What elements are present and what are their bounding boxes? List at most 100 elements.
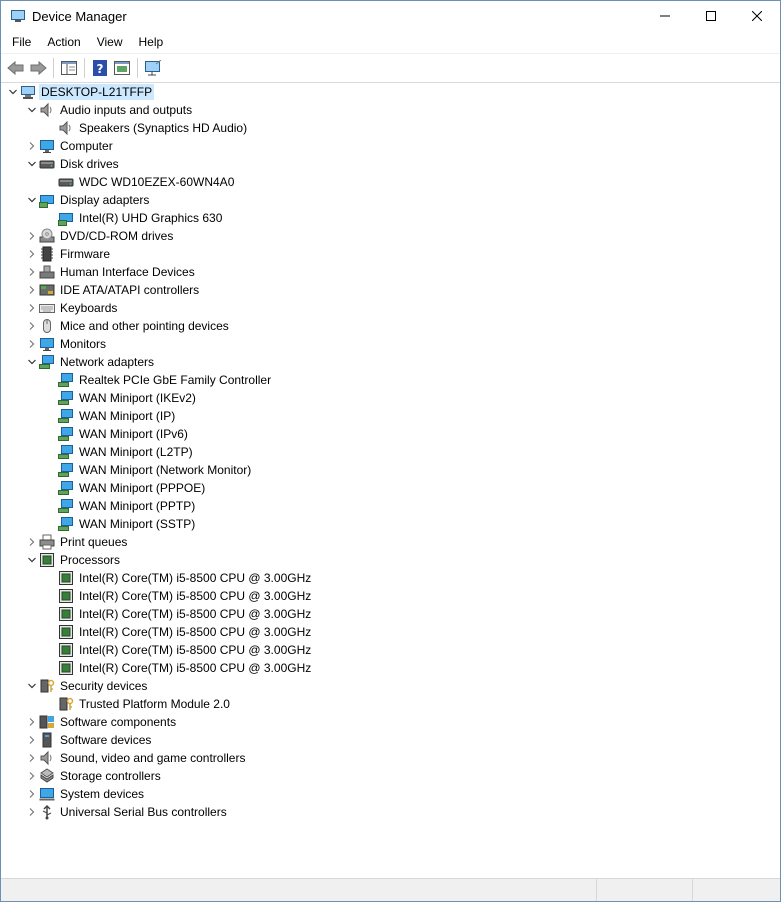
tree-device-item[interactable]: Intel(R) Core(TM) i5-8500 CPU @ 3.00GHz [1,659,780,677]
tree-category-human-interface-devices[interactable]: Human Interface Devices [1,263,780,281]
back-button[interactable] [5,57,27,79]
menu-help[interactable]: Help [131,31,172,53]
chevron-right-icon[interactable] [25,263,39,281]
tree-category-sound-video-and-game-controllers[interactable]: Sound, video and game controllers [1,749,780,767]
chevron-right-icon[interactable] [25,245,39,263]
maximize-button[interactable] [688,1,734,31]
tree-category-mice-and-other-pointing-devices[interactable]: Mice and other pointing devices [1,317,780,335]
tree-item-label: Intel(R) Core(TM) i5-8500 CPU @ 3.00GHz [79,571,312,585]
chevron-down-icon[interactable] [25,101,39,119]
tree-device-item[interactable]: Speakers (Synaptics HD Audio) [1,119,780,137]
chevron-right-icon[interactable] [25,533,39,551]
menu-file[interactable]: File [4,31,39,53]
properties-pane-button[interactable] [111,57,133,79]
tree-item-label: DESKTOP-L21TFFP [39,84,155,100]
tree-category-universal-serial-bus-controllers[interactable]: Universal Serial Bus controllers [1,803,780,821]
chevron-right-icon[interactable] [25,281,39,299]
tree-device-item[interactable]: WAN Miniport (SSTP) [1,515,780,533]
chevron-right-icon[interactable] [25,767,39,785]
tree-device-item[interactable]: Intel(R) UHD Graphics 630 [1,209,780,227]
back-arrow-icon [7,60,24,76]
tree-device-item[interactable]: WAN Miniport (PPTP) [1,497,780,515]
disk-icon [58,174,74,190]
minimize-button[interactable] [642,1,688,31]
tree-device-item[interactable]: Intel(R) Core(TM) i5-8500 CPU @ 3.00GHz [1,623,780,641]
chevron-right-icon[interactable] [25,785,39,803]
forward-button[interactable] [27,57,49,79]
tree-category-ide-ata-atapi-controllers[interactable]: IDE ATA/ATAPI controllers [1,281,780,299]
tree-category-display-adapters[interactable]: Display adapters [1,191,780,209]
device-tree[interactable]: DESKTOP-L21TFFP Audio inputs and outputs S… [1,83,780,877]
tree-category-keyboards[interactable]: Keyboards [1,299,780,317]
tree-category-storage-controllers[interactable]: Storage controllers [1,767,780,785]
tree-device-item[interactable]: Intel(R) Core(TM) i5-8500 CPU @ 3.00GHz [1,569,780,587]
tree-category-firmware[interactable]: Firmware [1,245,780,263]
tree-device-item[interactable]: Intel(R) Core(TM) i5-8500 CPU @ 3.00GHz [1,641,780,659]
tree-category-audio-inputs-and-outputs[interactable]: Audio inputs and outputs [1,101,780,119]
tree-category-monitors[interactable]: Monitors [1,335,780,353]
tree-item-label: DVD/CD-ROM drives [60,229,174,243]
chevron-down-icon[interactable] [25,155,39,173]
tree-category-network-adapters[interactable]: Network adapters [1,353,780,371]
tree-device-item[interactable]: WAN Miniport (IP) [1,407,780,425]
toolbar: ? [1,54,780,83]
tree-category-print-queues[interactable]: Print queues [1,533,780,551]
tree-device-item[interactable]: Trusted Platform Module 2.0 [1,695,780,713]
chevron-right-icon[interactable] [25,317,39,335]
tree-device-item[interactable]: WAN Miniport (L2TP) [1,443,780,461]
chevron-right-icon[interactable] [25,299,39,317]
tree-category-dvd-cd-rom-drives[interactable]: DVD/CD-ROM drives [1,227,780,245]
tree-category-software-devices[interactable]: Software devices [1,731,780,749]
chevron-down-icon[interactable] [25,677,39,695]
chevron-right-icon[interactable] [25,713,39,731]
tree-device-item[interactable]: WAN Miniport (IKEv2) [1,389,780,407]
chevron-right-icon[interactable] [25,731,39,749]
printer-icon [39,534,55,550]
security-icon [39,678,55,694]
storage-icon [39,768,55,784]
tree-device-item[interactable]: WDC WD10EZEX-60WN4A0 [1,173,780,191]
chevron-right-icon[interactable] [25,335,39,353]
tree-category-computer[interactable]: Computer [1,137,780,155]
softdev-icon [39,732,55,748]
console-tree-icon [61,61,77,75]
tree-device-item[interactable]: Intel(R) Core(TM) i5-8500 CPU @ 3.00GHz [1,587,780,605]
menu-action[interactable]: Action [39,31,88,53]
tree-root-computer[interactable]: DESKTOP-L21TFFP [1,83,780,101]
close-button[interactable] [734,1,780,31]
tree-category-disk-drives[interactable]: Disk drives [1,155,780,173]
tree-device-item[interactable]: Intel(R) Core(TM) i5-8500 CPU @ 3.00GHz [1,605,780,623]
title-bar[interactable]: Device Manager [1,1,780,31]
help-button[interactable]: ? [89,57,111,79]
chevron-right-icon[interactable] [25,137,39,155]
tree-item-label: Universal Serial Bus controllers [60,805,227,819]
security-icon [58,696,74,712]
chevron-right-icon[interactable] [25,803,39,821]
chevron-down-icon[interactable] [25,191,39,209]
chevron-down-icon[interactable] [6,83,20,101]
tree-item-label: WAN Miniport (IKEv2) [79,391,196,405]
tree-device-item[interactable]: WAN Miniport (IPv6) [1,425,780,443]
forward-arrow-icon [30,60,47,76]
scan-hardware-button[interactable] [142,57,164,79]
tree-category-system-devices[interactable]: System devices [1,785,780,803]
tree-category-software-components[interactable]: Software components [1,713,780,731]
tree-device-item[interactable]: WAN Miniport (PPPOE) [1,479,780,497]
chevron-down-icon[interactable] [25,551,39,569]
show-hide-console-tree-button[interactable] [58,57,80,79]
chevron-right-icon[interactable] [25,749,39,767]
speaker-icon [39,102,55,118]
tree-category-processors[interactable]: Processors [1,551,780,569]
chevron-right-icon[interactable] [25,227,39,245]
toolbar-separator [137,58,138,78]
tree-device-item[interactable]: Realtek PCIe GbE Family Controller [1,371,780,389]
chevron-down-icon[interactable] [25,353,39,371]
menu-view[interactable]: View [89,31,131,53]
tree-category-security-devices[interactable]: Security devices [1,677,780,695]
tree-device-item[interactable]: WAN Miniport (Network Monitor) [1,461,780,479]
tree-item-label: WAN Miniport (Network Monitor) [79,463,252,477]
